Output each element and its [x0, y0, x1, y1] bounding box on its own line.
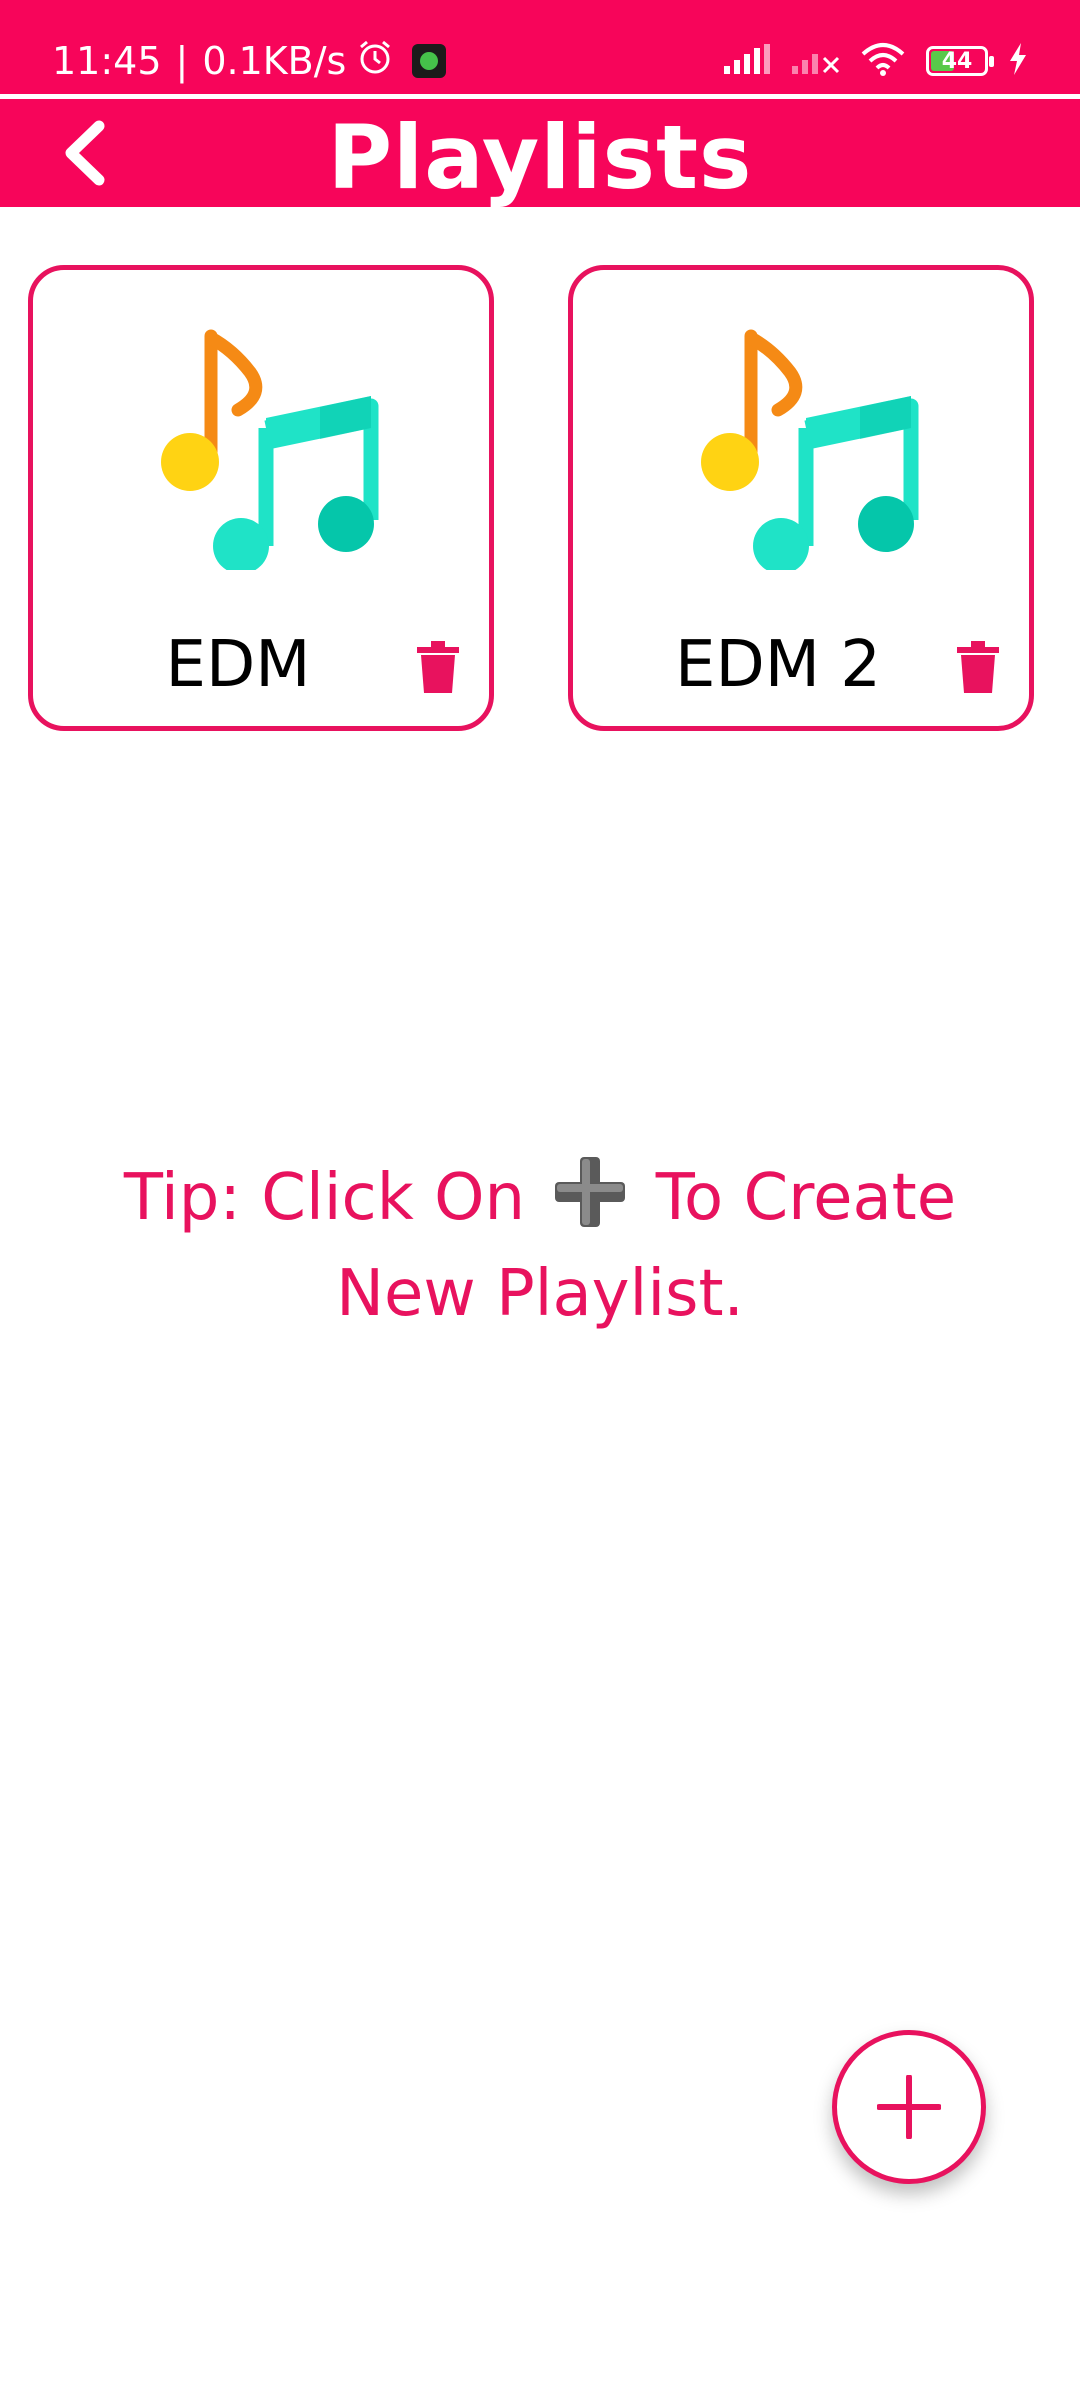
- status-left: 11:45 | 0.1KB/s: [52, 36, 447, 86]
- page-title: Playlists: [327, 106, 753, 209]
- music-notes-icon: [161, 329, 379, 570]
- playlist-card[interactable]: EDM: [28, 265, 494, 731]
- status-time: 11:45: [52, 39, 162, 83]
- playlist-card[interactable]: EDM 2: [568, 265, 1034, 731]
- status-bar: 11:45 | 0.1KB/s 44: [0, 0, 1080, 94]
- plus-emoji-icon: [555, 1157, 626, 1227]
- tip-message: Tip: Click On To Create New Playlist.: [60, 1150, 1020, 1342]
- chevron-left-icon: [65, 120, 105, 186]
- signal-no-service-icon: [792, 44, 840, 78]
- charging-icon: [1008, 43, 1028, 79]
- alarm-icon: [356, 38, 394, 85]
- trash-icon[interactable]: [417, 641, 459, 693]
- status-network-speed: 0.1KB/s: [202, 39, 347, 83]
- add-playlist-button[interactable]: [832, 2030, 986, 2184]
- music-notes-icon: [701, 329, 919, 570]
- status-separator: |: [175, 39, 189, 83]
- app-bar: Playlists: [0, 99, 1080, 209]
- status-right: 44: [724, 36, 1028, 86]
- trash-icon[interactable]: [957, 641, 999, 693]
- battery-level: 44: [941, 48, 973, 74]
- signal-icon: [724, 44, 772, 78]
- playlist-name: EDM 2: [675, 628, 881, 702]
- tip-prefix: Tip: Click On: [123, 1161, 526, 1235]
- battery-icon: 44: [926, 46, 994, 76]
- wifi-icon: [860, 42, 906, 80]
- playlist-name: EDM: [165, 628, 311, 702]
- back-button[interactable]: [44, 113, 124, 193]
- plus-icon: [877, 2075, 941, 2139]
- app-notification-icon: [412, 44, 447, 78]
